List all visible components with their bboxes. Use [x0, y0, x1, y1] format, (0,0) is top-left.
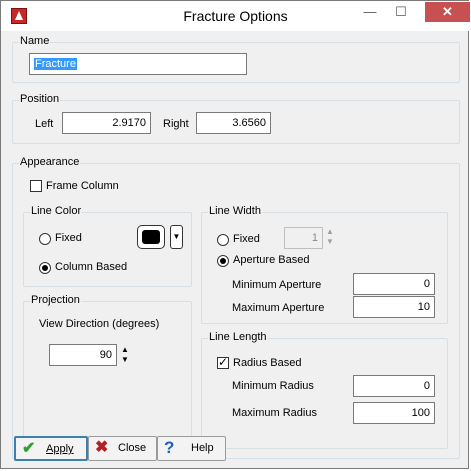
fixed-width-input: 1 [284, 227, 323, 249]
help-icon: ? [164, 438, 175, 457]
right-input[interactable]: 3.6560 [196, 112, 271, 134]
dialog-content: Name Fracture Position Left 2.9170 Right… [5, 31, 466, 466]
line-width-aperture-radio[interactable] [217, 255, 229, 267]
line-length-label: Line Length [208, 331, 268, 343]
maximum-aperture-label: Maximum Aperture [232, 302, 325, 314]
minimize-button[interactable]: — [356, 2, 384, 22]
line-color-column-based-label[interactable]: Column Based [55, 261, 127, 273]
maximum-aperture-input[interactable]: 10 [353, 296, 435, 318]
line-width-fixed-label[interactable]: Fixed [233, 233, 260, 245]
check-icon: ✔ [22, 440, 36, 457]
line-color-group: Line Color Fixed ▼ Column Based [23, 205, 192, 287]
title-bar[interactable]: Fracture Options — ☐ ✕ [1, 1, 470, 31]
name-group-label: Name [19, 35, 51, 47]
minimum-aperture-input[interactable]: 0 [353, 273, 435, 295]
line-color-column-based-radio[interactable] [39, 262, 51, 274]
frame-column-label[interactable]: Frame Column [46, 180, 119, 192]
close-button-label: Close [118, 442, 147, 454]
line-color-fixed-label[interactable]: Fixed [55, 232, 82, 244]
minimum-radius-label: Minimum Radius [232, 380, 314, 392]
radius-based-label[interactable]: Radius Based [233, 357, 302, 369]
view-direction-input[interactable]: 90 [49, 344, 117, 366]
color-dropdown-arrow[interactable]: ▼ [170, 225, 183, 249]
line-color-label: Line Color [30, 205, 83, 217]
help-button-label: Help [191, 442, 214, 454]
left-input[interactable]: 2.9170 [62, 112, 151, 134]
projection-group: Projection View Direction (degrees) 90 ▲… [23, 294, 192, 447]
line-color-fixed-radio[interactable] [39, 233, 51, 245]
radius-based-checkbox[interactable] [217, 355, 229, 369]
line-length-group: Line Length Radius Based Minimum Radius … [201, 331, 448, 449]
help-button[interactable]: ? Help [157, 436, 226, 461]
apply-button[interactable]: ✔ Apply [14, 436, 88, 461]
fixed-width-spin-down: ▼ [326, 237, 334, 246]
maximum-radius-input[interactable]: 100 [353, 402, 435, 424]
fixed-width-spin-up: ▲ [326, 227, 334, 236]
maximize-button[interactable]: ☐ [387, 2, 415, 22]
view-direction-spin-up[interactable]: ▲ [120, 345, 130, 355]
minimum-aperture-label: Minimum Aperture [232, 279, 322, 291]
apply-button-label: Apply [46, 443, 74, 455]
dialog-window: Fracture Options — ☐ ✕ Name Fracture Pos… [0, 0, 470, 469]
line-width-aperture-label[interactable]: Aperture Based [233, 254, 309, 266]
appearance-group-label: Appearance [19, 156, 81, 168]
frame-column-checkbox[interactable] [30, 180, 42, 192]
close-button[interactable]: ✖ Close [88, 436, 157, 461]
line-width-group: Line Width Fixed 1 ▲ ▼ Aperture Based Mi… [201, 205, 448, 324]
name-group: Name Fracture [12, 35, 460, 83]
window-close-button[interactable]: ✕ [425, 2, 470, 22]
name-input[interactable]: Fracture [29, 53, 247, 75]
minimum-radius-input[interactable]: 0 [353, 375, 435, 397]
view-direction-spin-down[interactable]: ▼ [120, 355, 130, 365]
view-direction-label: View Direction (degrees) [39, 318, 160, 330]
line-width-fixed-radio[interactable] [217, 234, 229, 246]
maximum-radius-label: Maximum Radius [232, 407, 317, 419]
right-label: Right [163, 118, 189, 130]
projection-label: Projection [30, 294, 81, 306]
color-swatch-button[interactable] [137, 225, 165, 249]
position-group: Position Left 2.9170 Right 3.6560 [12, 93, 460, 144]
line-width-label: Line Width [208, 205, 262, 217]
left-label: Left [35, 118, 54, 130]
name-input-value: Fracture [34, 58, 77, 70]
close-x-icon: ✖ [95, 439, 109, 456]
position-group-label: Position [19, 93, 61, 105]
appearance-group: Appearance Frame Column Line Color Fixed… [12, 156, 460, 459]
